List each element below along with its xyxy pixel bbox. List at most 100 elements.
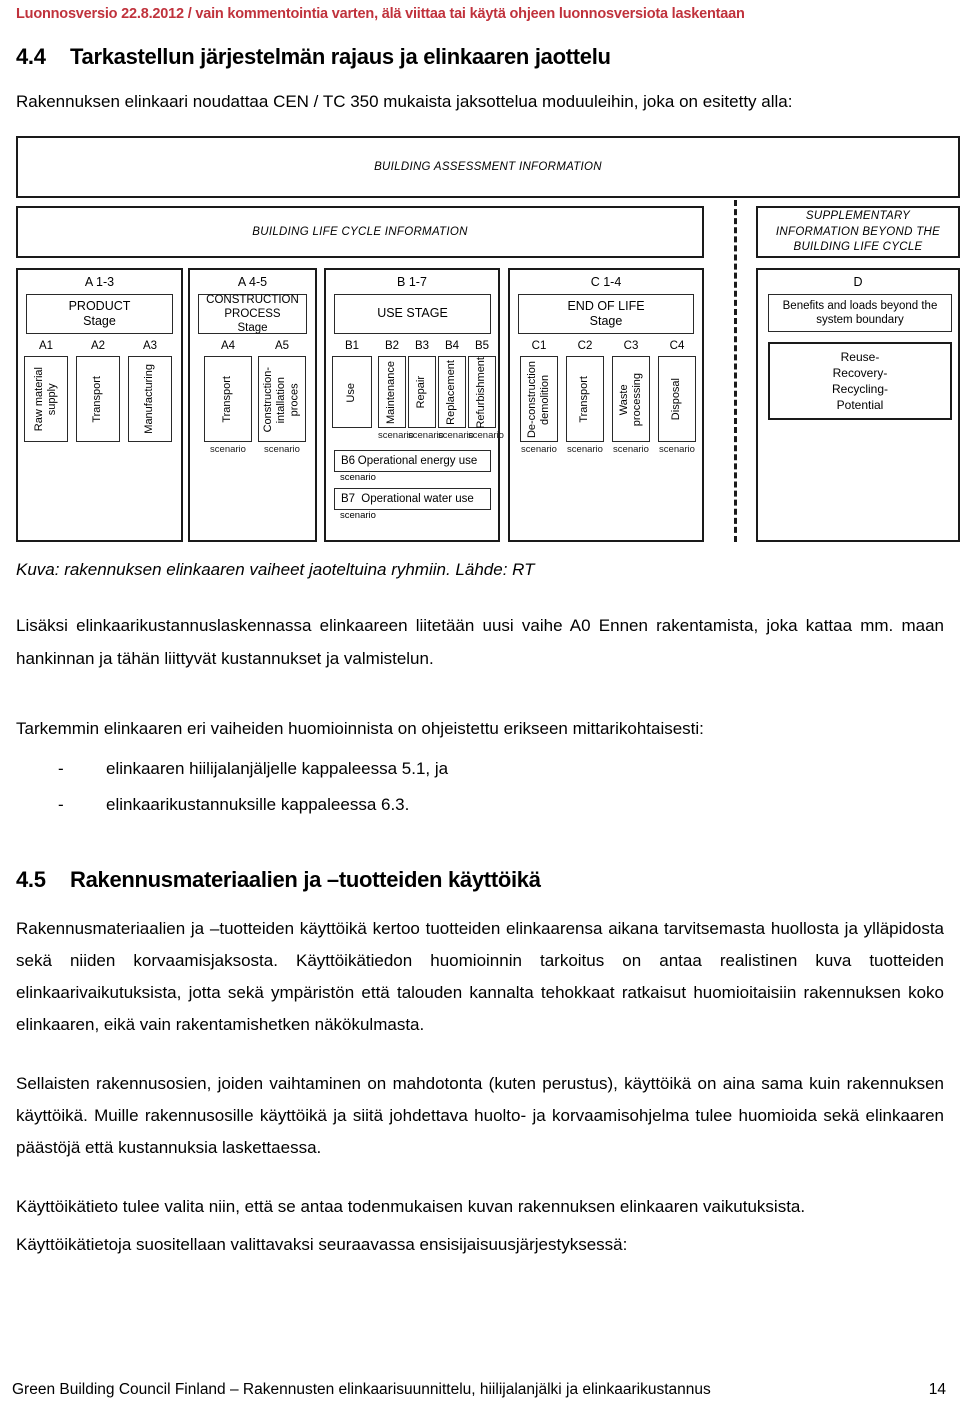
supplementary-information-label: SUPPLEMENTARY INFORMATION BEYOND THE BUI…	[775, 210, 941, 254]
group-code-c1-4: C 1-4	[590, 275, 622, 290]
module-label-b6: Operational energy use	[357, 455, 478, 468]
module-label-b7: Operational water use	[361, 493, 474, 506]
module-box-c3: Waste processing	[612, 356, 650, 443]
list-item: - elinkaaren hiilijalanjäljelle kappalee…	[58, 751, 944, 787]
module-code-a4: A4	[220, 340, 236, 353]
section-title-4-4: Tarkastellun järjestelmän rajaus ja elin…	[70, 44, 611, 69]
module-scenario-a4: scenario	[210, 444, 246, 456]
figure-caption: Kuva: rakennuksen elinkaaren vaiheet jao…	[16, 560, 535, 580]
section-4-4-intro: Rakennuksen elinkaari noudattaa CEN / TC…	[16, 92, 793, 111]
module-code-a2: A2	[90, 340, 106, 353]
group-box-a4-5: A 4-5 CONSTRUCTION PROCESS Stage A4 Tran…	[188, 268, 317, 543]
module-label-a2: Transport	[91, 375, 104, 423]
metric-reference-list: - elinkaaren hiilijalanjäljelle kappalee…	[58, 751, 944, 822]
stage-title-end-of-life: END OF LIFE Stage	[567, 298, 645, 329]
module-label-b2: Maintenance	[385, 360, 398, 424]
module-code-b5: B5	[474, 340, 490, 353]
module-wrapper-b6: B6 Operational energy use scenario	[334, 450, 491, 483]
module-box-a3: Manufacturing	[128, 356, 172, 443]
section-title-4-5: Rakennusmateriaalien ja –tuotteiden käyt…	[70, 866, 541, 892]
module-label-c1: De-construction demolition	[525, 360, 551, 438]
footer-page-number: 14	[928, 1381, 946, 1398]
module-scenario-c3: scenario	[613, 444, 649, 456]
module-code-a3: A3	[142, 340, 158, 353]
module-label-c3: Waste processing	[617, 372, 643, 426]
paragraph-service-life-4: Käyttöikätietoja suositellaan valittavak…	[16, 1234, 628, 1254]
module-box-a5: Construction- intallation proces	[258, 356, 306, 443]
module-code-a1: A1	[38, 340, 54, 353]
module-code-b3: B3	[414, 340, 430, 353]
group-box-d: D Benefits and loads beyond the system b…	[756, 268, 960, 543]
module-code-b6: B6	[341, 455, 356, 468]
module-scenario-b3: scenario	[408, 430, 444, 442]
group-box-c1-4: C 1-4 END OF LIFE Stage C1 De-constructi…	[508, 268, 704, 543]
list-item: - elinkaarikustannuksille kappaleessa 6.…	[58, 787, 944, 823]
module-box-a2: Transport	[76, 356, 120, 443]
section-heading-4-5: 4.5 Rakennusmateriaalien ja –tuotteiden …	[16, 867, 952, 893]
module-box-a4: Transport	[204, 356, 252, 443]
module-code-c2: C2	[577, 340, 593, 353]
module-scenario-b5: scenario	[468, 430, 504, 442]
module-box-b7: B7 Operational water use	[334, 488, 491, 511]
module-label-c4: Disposal	[670, 378, 683, 421]
module-scenario-b6: scenario	[340, 472, 376, 484]
module-label-c2: Transport	[578, 375, 591, 423]
stage-title-box-benefits-loads: Benefits and loads beyond the system bou…	[768, 294, 952, 333]
building-assessment-information-label: BUILDING ASSESSMENT INFORMATION	[374, 160, 602, 173]
module-box-c4: Disposal	[658, 356, 696, 443]
module-code-c3: C3	[623, 340, 639, 353]
module-code-b4: B4	[444, 340, 460, 353]
section-number-4-5: 4.5	[16, 866, 46, 892]
module-box-c1: De-construction demolition	[520, 356, 558, 443]
reuse-recovery-recycling-potential-label: Reuse- Recovery- Recycling- Potential	[831, 349, 888, 413]
module-label-a3: Manufacturing	[143, 364, 156, 435]
module-box-a1: Raw material supply	[24, 356, 68, 443]
module-label-b3: Repair	[415, 376, 428, 409]
module-scenario-c1: scenario	[521, 444, 557, 456]
stage-title-box-construction-process: CONSTRUCTION PROCESS Stage	[198, 294, 307, 334]
module-box-b5: Refurbishment	[468, 356, 496, 429]
stage-title-box-end-of-life: END OF LIFE Stage	[518, 294, 694, 335]
section-heading-4-4: 4.4 Tarkastellun järjestelmän rajaus ja …	[16, 44, 952, 70]
paragraph-service-life-3: Käyttöikätieto tulee valita niin, että s…	[16, 1196, 806, 1216]
module-box-c2: Transport	[566, 356, 604, 443]
paragraph-a0-phase: Lisäksi elinkaarikustannuslaskennassa el…	[16, 616, 944, 668]
module-scenario-b4: scenario	[438, 430, 474, 442]
group-box-b1-7: B 1-7 USE STAGE B1 Use B2 Maintenance sc…	[324, 268, 504, 543]
building-assessment-information-box: BUILDING ASSESSMENT INFORMATION	[16, 136, 960, 199]
stage-title-box-use-stage: USE STAGE	[334, 294, 491, 335]
building-life-cycle-information-box: BUILDING LIFE CYCLE INFORMATION	[16, 206, 704, 259]
module-label-b1: Use	[345, 382, 358, 403]
bullet-text: elinkaaren hiilijalanjäljelle kappaleess…	[106, 759, 449, 779]
footer-text: Green Building Council Finland – Rakennu…	[12, 1381, 711, 1398]
paragraph-metric-guidance: Tarkemmin elinkaaren eri vaiheiden huomi…	[16, 718, 704, 738]
stage-title-use-stage: USE STAGE	[377, 306, 448, 321]
group-code-b1-7: B 1-7	[397, 275, 427, 290]
system-boundary-dashed-divider	[734, 200, 737, 543]
module-scenario-c2: scenario	[567, 444, 603, 456]
paragraph-service-life-2: Sellaisten rakennusosien, joiden vaihtam…	[16, 1073, 944, 1158]
module-box-b2: Maintenance	[378, 356, 406, 429]
module-label-b4: Replacement	[445, 359, 458, 425]
stage-title-benefits-loads: Benefits and loads beyond the system bou…	[782, 299, 938, 327]
bullet-dash: -	[58, 759, 64, 779]
group-code-d: D	[853, 275, 863, 290]
module-scenario-a5: scenario	[264, 444, 300, 456]
group-box-a1-3: A 1-3 PRODUCT Stage A1 Raw material supp…	[16, 268, 183, 543]
module-box-b6: B6 Operational energy use	[334, 450, 491, 473]
stage-title-box-product: PRODUCT Stage	[26, 294, 173, 335]
stage-title-product: PRODUCT Stage	[68, 298, 131, 329]
module-label-b5: Refurbishment	[475, 356, 488, 429]
module-code-b1: B1	[344, 340, 360, 353]
module-box-b3: Repair	[408, 356, 436, 429]
document-page: Luonnosversio 22.8.2012 / vain kommentoi…	[0, 0, 960, 1413]
module-label-a5: Construction- intallation proces	[262, 366, 301, 432]
life-cycle-modules-figure: BUILDING ASSESSMENT INFORMATION BUILDING…	[16, 136, 960, 546]
module-label-a1: Raw material supply	[32, 367, 58, 432]
module-wrapper-b7: B7 Operational water use scenario	[334, 488, 491, 521]
module-code-c1: C1	[531, 340, 547, 353]
draft-version-banner: Luonnosversio 22.8.2012 / vain kommentoi…	[16, 6, 745, 22]
page-footer: Green Building Council Finland – Rakennu…	[0, 1381, 960, 1399]
module-scenario-b2: scenario	[378, 430, 414, 442]
paragraph-service-life-1: Rakennusmateriaalien ja –tuotteiden käyt…	[16, 918, 944, 1035]
